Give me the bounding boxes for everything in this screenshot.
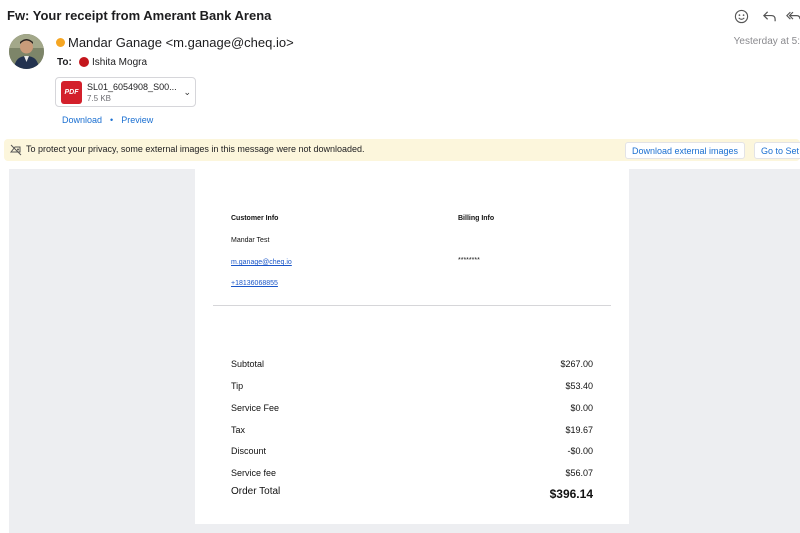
status-dot-icon (56, 38, 65, 47)
download-link[interactable]: Download (62, 115, 102, 125)
action-separator: • (110, 115, 114, 125)
reply-icon[interactable] (758, 7, 780, 25)
discount-value: -$0.00 (567, 446, 593, 456)
customer-info-header: Customer Info (231, 215, 279, 222)
chevron-down-icon[interactable]: ⌄ (183, 87, 191, 98)
message-body: Customer Info Billing Info Mandar Test m… (9, 169, 800, 533)
billing-info-header: Billing Info (458, 215, 495, 222)
preview-link[interactable]: Preview (121, 115, 153, 125)
tax-label: Tax (231, 425, 246, 435)
order-total-label: Order Total (231, 486, 281, 497)
tip-label: Tip (231, 381, 244, 391)
email-timestamp: Yesterday at 5: (733, 36, 800, 47)
attachment-name: SL01_6054908_S00... (87, 82, 177, 92)
billing-masked: ******** (458, 257, 480, 264)
recipient-avatar-icon (79, 57, 89, 67)
order-total-value: $396.14 (549, 487, 593, 501)
tax-value: $19.67 (565, 425, 593, 435)
go-to-settings-button[interactable]: Go to Set (754, 142, 800, 159)
to-label: To: (57, 57, 72, 68)
download-external-images-button[interactable]: Download external images (625, 142, 746, 159)
receipt-card: Customer Info Billing Info Mandar Test m… (195, 169, 629, 524)
privacy-banner: To protect your privacy, some external i… (4, 139, 800, 161)
discount-label: Discount (231, 446, 267, 456)
recipient-name[interactable]: Ishita Mogra (92, 57, 147, 68)
customer-name: Mandar Test (231, 237, 270, 244)
attachment-actions: Download • Preview (62, 115, 153, 125)
smiley-icon[interactable] (730, 7, 752, 25)
privacy-icon (9, 143, 23, 157)
toolbar (730, 7, 800, 25)
attachment-card[interactable]: PDF SL01_6054908_S00... 7.5 KB ⌄ (55, 77, 196, 107)
email-subject: Fw: Your receipt from Amerant Bank Arena (7, 8, 272, 23)
pdf-icon: PDF (61, 81, 82, 104)
service-fee-value: $0.00 (570, 403, 593, 413)
service-fee-2-value: $56.07 (565, 468, 593, 478)
customer-email-link[interactable]: m.ganage@cheq.io (231, 259, 292, 266)
sender-name[interactable]: Mandar Ganage <m.ganage@cheq.io> (68, 35, 294, 50)
reply-all-icon[interactable] (786, 7, 800, 25)
receipt-divider (213, 305, 611, 306)
privacy-message: To protect your privacy, some external i… (26, 144, 365, 154)
service-fee-label: Service Fee (231, 403, 280, 413)
attachment-size: 7.5 KB (87, 94, 112, 103)
customer-phone-link[interactable]: +18136068855 (231, 280, 278, 287)
tip-value: $53.40 (565, 381, 593, 391)
subtotal-value: $267.00 (560, 359, 593, 369)
sender-avatar (9, 34, 44, 69)
subtotal-label: Subtotal (231, 359, 265, 369)
service-fee-2-label: Service fee (231, 468, 277, 478)
